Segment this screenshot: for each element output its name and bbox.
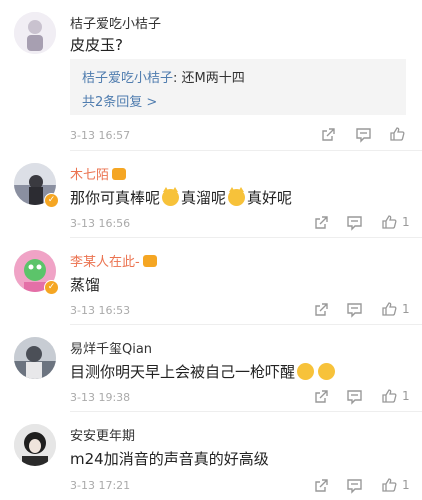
share-icon <box>315 303 328 316</box>
comment-username[interactable]: 桔子爱吃小桔子 <box>70 13 161 32</box>
share-button[interactable] <box>313 302 329 318</box>
like-button[interactable]: 1 <box>381 214 410 230</box>
comment-item: 安安更年期 m24加消音的声音真的好高级 3-13 17:21 1 <box>0 412 422 500</box>
comment-username[interactable]: 李某人在此- <box>70 251 157 270</box>
laughing-emoji-icon <box>318 363 336 380</box>
reply-preview: 桔子爱吃小桔子: 还M两十四 <box>82 67 245 86</box>
timestamp: 3-13 16:56 <box>70 217 131 230</box>
laughing-emoji-icon <box>297 363 315 380</box>
thumbs-up-icon <box>382 478 397 492</box>
reply-preview-box[interactable]: 桔子爱吃小桔子: 还M两十四 共2条回复 > <box>70 59 406 115</box>
comment-button[interactable] <box>346 215 363 231</box>
like-count: 1 <box>402 389 410 403</box>
share-icon <box>322 128 335 141</box>
timestamp: 3-13 17:21 <box>70 479 131 492</box>
comment-username[interactable]: 安安更年期 <box>70 425 135 444</box>
avatar[interactable] <box>14 424 56 466</box>
comment-icon <box>347 216 362 231</box>
avatar[interactable] <box>14 337 56 379</box>
cat-emoji-icon <box>162 187 180 206</box>
avatar[interactable] <box>14 12 56 54</box>
comment-button[interactable] <box>355 127 372 143</box>
thumbs-up-icon <box>390 127 405 141</box>
like-button[interactable]: 1 <box>381 477 410 493</box>
comment-text: 皮皮玉? <box>70 36 123 54</box>
reply-separator: : <box>173 71 182 86</box>
reply-username[interactable]: 桔子爱吃小桔子 <box>82 71 173 86</box>
vip-crown-icon <box>142 255 157 267</box>
comment-text: 目测你明天早上会被自己一枪吓醒 <box>70 361 337 382</box>
comment-button[interactable] <box>346 302 363 318</box>
view-replies-link[interactable]: 共2条回复 > <box>82 91 157 110</box>
share-button[interactable] <box>320 127 336 143</box>
comment-button[interactable] <box>346 478 363 494</box>
verified-badge-icon: ✓ <box>44 280 59 295</box>
thumbs-up-icon <box>382 215 397 229</box>
like-button[interactable] <box>389 126 405 142</box>
comment-text-part: 真溜呢 <box>181 189 227 207</box>
comment-text-part: 那你可真棒呢 <box>70 189 161 207</box>
comment-username[interactable]: 易烊千玺Qian <box>70 338 152 357</box>
comment-icon <box>356 128 371 143</box>
username-text: 李某人在此- <box>70 255 140 270</box>
share-button[interactable] <box>313 215 329 231</box>
comment-text: m24加消音的声音真的好高级 <box>70 450 269 468</box>
like-count: 1 <box>402 478 410 492</box>
share-icon <box>315 216 328 229</box>
timestamp: 3-13 16:53 <box>70 304 131 317</box>
share-button[interactable] <box>313 478 329 494</box>
comment-text: 那你可真棒呢 真溜呢 真好呢 <box>70 187 292 208</box>
timestamp: 3-13 19:38 <box>70 391 131 404</box>
comment-item: ✓ 李某人在此- 蒸馏 3-13 16:53 1 <box>0 238 422 324</box>
thumbs-up-icon <box>382 389 397 403</box>
timestamp: 3-13 16:57 <box>70 129 131 142</box>
comment-icon <box>347 390 362 405</box>
comment-button[interactable] <box>346 389 363 405</box>
share-button[interactable] <box>313 389 329 405</box>
comment-item: ✓ 木七陌 那你可真棒呢 真溜呢 真好呢 3-13 16:56 1 <box>0 151 422 237</box>
comment-username[interactable]: 木七陌 <box>70 164 127 183</box>
like-count: 1 <box>402 215 410 229</box>
reply-text: 还M两十四 <box>181 71 245 86</box>
verified-badge-icon: ✓ <box>44 193 59 208</box>
like-button[interactable]: 1 <box>381 388 410 404</box>
comment-icon <box>347 303 362 318</box>
like-count: 1 <box>402 302 410 316</box>
vip-crown-icon <box>112 168 127 180</box>
cat-emoji-icon <box>228 187 246 206</box>
comment-text-part: 真好呢 <box>247 189 293 207</box>
username-text: 木七陌 <box>70 168 110 183</box>
share-icon <box>315 479 328 492</box>
comment-item: 桔子爱吃小桔子 皮皮玉? 桔子爱吃小桔子: 还M两十四 共2条回复 > 3-13… <box>0 0 422 150</box>
thumbs-up-icon <box>382 302 397 316</box>
share-icon <box>315 390 328 403</box>
comment-text-part: 目测你明天早上会被自己一枪吓醒 <box>70 363 296 381</box>
comment-text: 蒸馏 <box>70 276 101 294</box>
comment-icon <box>347 479 362 494</box>
like-button[interactable]: 1 <box>381 301 410 317</box>
comment-item: 易烊千玺Qian 目测你明天早上会被自己一枪吓醒 3-13 19:38 1 <box>0 325 422 411</box>
